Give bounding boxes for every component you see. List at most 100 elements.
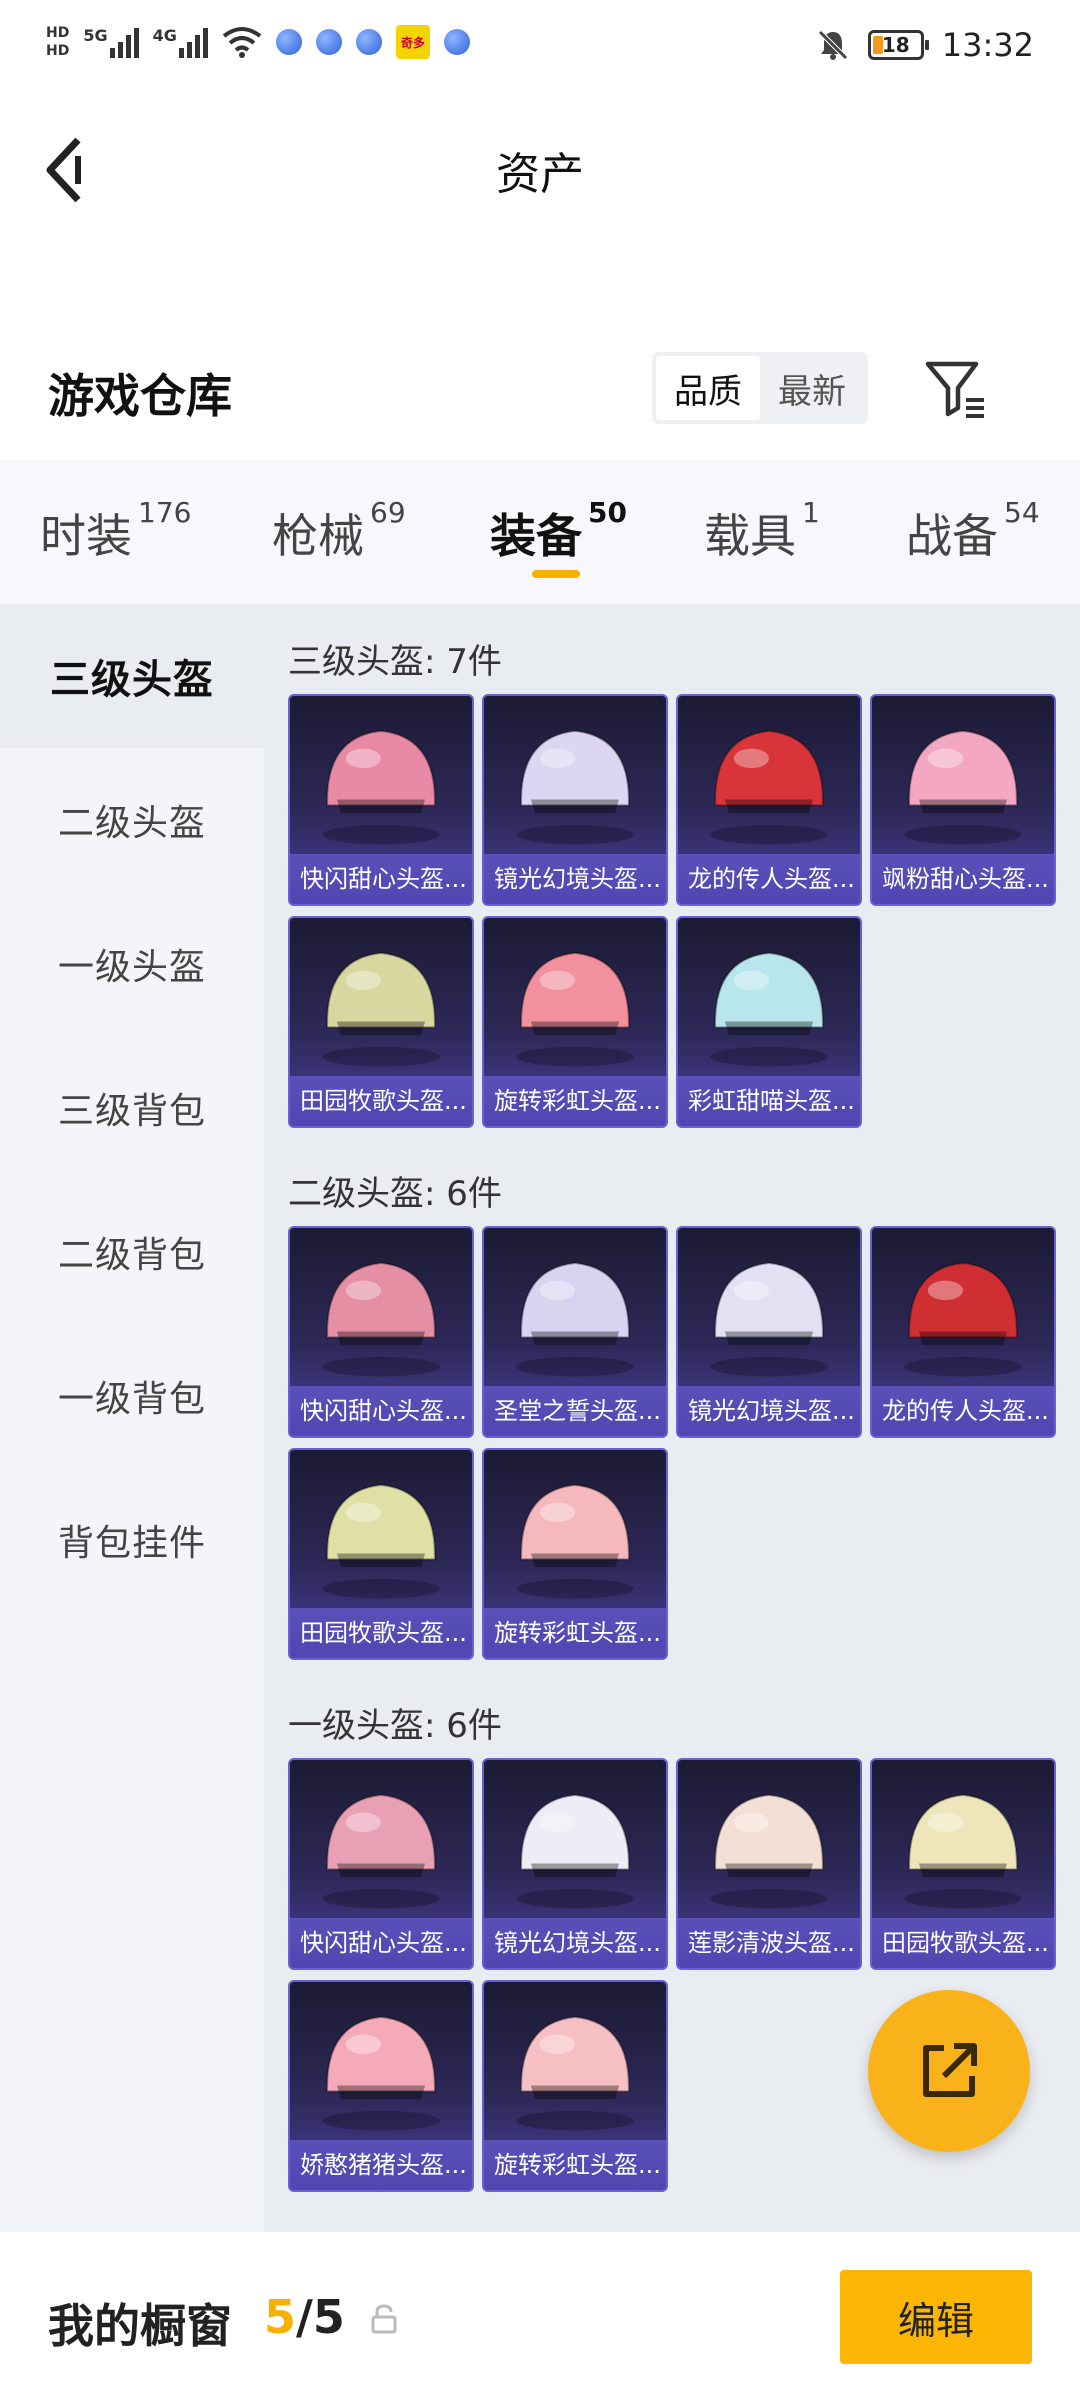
helmet-icon — [516, 1794, 634, 1909]
tab-count: 1 — [802, 496, 820, 529]
sidebar-item-level3-helmet[interactable]: 三级头盔 — [0, 604, 264, 748]
showcase-count: 5/5 — [264, 2290, 345, 2344]
helmet-icon — [322, 1794, 440, 1909]
showcase-bar: 我的橱窗 5/5 编辑 — [0, 2232, 1080, 2400]
app-notification-icon — [275, 29, 302, 55]
helmet-icon — [904, 730, 1022, 845]
item-card[interactable]: 旋转彩虹头盔... — [482, 1448, 668, 1660]
filter-icon[interactable] — [922, 356, 988, 422]
sidebar-item-level1-backpack[interactable]: 一级背包 — [0, 1324, 264, 1468]
item-card[interactable]: 镜光幻境头盔... — [482, 694, 668, 906]
item-card[interactable]: 莲影清波头盔... — [676, 1758, 862, 1970]
helmet-icon — [516, 952, 634, 1067]
sidebar-item-level2-backpack[interactable]: 二级背包 — [0, 1180, 264, 1324]
helmet-icon — [710, 1794, 828, 1909]
helmet-icon — [516, 1262, 634, 1377]
item-name: 田园牧歌头盔... — [290, 1608, 472, 1658]
item-card[interactable]: 龙的传人头盔... — [870, 1226, 1056, 1438]
item-card[interactable]: 飒粉甜心头盔... — [870, 694, 1056, 906]
showcase-count-current: 5 — [264, 2290, 297, 2344]
item-card[interactable]: 快闪甜心头盔... — [288, 1226, 474, 1438]
item-card[interactable]: 圣堂之誓头盔... — [482, 1226, 668, 1438]
item-name: 娇憨猪猪头盔... — [290, 2140, 472, 2190]
item-card[interactable]: 彩虹甜喵头盔... — [676, 916, 862, 1128]
sidebar-item-level1-helmet[interactable]: 一级头盔 — [0, 892, 264, 1036]
item-name: 莲影清波头盔... — [678, 1918, 860, 1968]
item-name: 飒粉甜心头盔... — [872, 854, 1054, 904]
item-card[interactable]: 田园牧歌头盔... — [288, 916, 474, 1128]
item-name: 田园牧歌头盔... — [290, 1076, 472, 1126]
signal-bars-icon — [178, 26, 208, 58]
item-card[interactable]: 镜光幻境头盔... — [482, 1758, 668, 1970]
item-name: 快闪甜心头盔... — [290, 1386, 472, 1436]
helmet-icon — [904, 1794, 1022, 1909]
helmet-icon — [904, 1262, 1022, 1377]
share-button[interactable] — [868, 1990, 1030, 2152]
helmet-icon — [516, 730, 634, 845]
helmet-icon — [710, 1262, 828, 1377]
item-grid-area: 三级头盔: 7件 二级头盔: 6件 一级头盔: 6件 快闪甜心头盔... 镜光幻境… — [264, 604, 1080, 2232]
edit-button[interactable]: 编辑 — [840, 2270, 1032, 2364]
signal-bars-icon — [109, 26, 139, 58]
sort-newest-button[interactable]: 最新 — [760, 356, 864, 420]
battery-icon: 18 — [867, 30, 929, 60]
battery-level: 18 — [881, 33, 910, 57]
item-card[interactable]: 快闪甜心头盔... — [288, 1758, 474, 1970]
item-name: 镜光幻境头盔... — [678, 1386, 860, 1436]
item-card[interactable]: 田园牧歌头盔... — [870, 1758, 1056, 1970]
tab-firearms[interactable]: 枪械 69 — [272, 496, 406, 566]
tab-supplies[interactable]: 战备 54 — [906, 496, 1040, 566]
tab-count: 176 — [138, 496, 192, 529]
tab-fashion[interactable]: 时装 176 — [40, 496, 191, 566]
tab-count: 50 — [588, 496, 627, 529]
tab-vehicles[interactable]: 载具 1 — [704, 496, 820, 566]
helmet-icon — [516, 1484, 634, 1599]
item-card[interactable]: 龙的传人头盔... — [676, 694, 862, 906]
lock-icon — [371, 2304, 397, 2334]
sort-quality-button[interactable]: 品质 — [656, 356, 760, 420]
helmet-icon — [516, 2016, 634, 2131]
app-notification-icon — [443, 29, 470, 55]
item-card[interactable]: 镜光幻境头盔... — [676, 1226, 862, 1438]
app-notification-icon: 奇多 — [395, 25, 430, 59]
section-title-level3: 三级头盔: 7件 — [288, 642, 502, 682]
tab-equipment[interactable]: 装备 50 — [490, 496, 627, 566]
helmet-icon — [322, 730, 440, 845]
tab-count: 54 — [1004, 496, 1040, 529]
tab-label: 枪械 — [272, 509, 364, 563]
tab-label: 战备 — [906, 509, 998, 563]
signal-5g: 5G — [83, 26, 139, 58]
item-name: 田园牧歌头盔... — [872, 1918, 1054, 1968]
item-card[interactable]: 旋转彩虹头盔... — [482, 916, 668, 1128]
status-left: HD HD 5G 4G 奇多 — [46, 24, 470, 60]
item-card[interactable]: 娇憨猪猪头盔... — [288, 1980, 474, 2192]
item-card[interactable]: 田园牧歌头盔... — [288, 1448, 474, 1660]
helmet-icon — [710, 952, 828, 1067]
network-5g-label: 5G — [83, 26, 108, 45]
app-notification-icon — [355, 29, 382, 55]
tab-label: 时装 — [40, 509, 132, 563]
sidebar-item-level3-backpack[interactable]: 三级背包 — [0, 1036, 264, 1180]
sidebar-item-backpack-charm[interactable]: 背包挂件 — [0, 1468, 264, 1612]
page-title: 资产 — [496, 149, 584, 200]
helmet-icon — [710, 730, 828, 845]
hd-label-2: HD — [46, 43, 70, 59]
helmet-icon — [322, 952, 440, 1067]
signal-4g: 4G — [153, 26, 208, 58]
hd-label-1: HD — [46, 25, 70, 41]
subcategory-sidebar: 三级头盔 二级头盔 一级头盔 三级背包 二级背包 一级背包 背包挂件 — [0, 604, 264, 2232]
item-card[interactable]: 快闪甜心头盔... — [288, 694, 474, 906]
mute-bell-icon — [818, 30, 848, 60]
section-title-level1: 一级头盔: 6件 — [288, 1706, 502, 1746]
item-card[interactable]: 旋转彩虹头盔... — [482, 1980, 668, 2192]
item-name: 旋转彩虹头盔... — [484, 1608, 666, 1658]
item-name: 圣堂之誓头盔... — [484, 1386, 666, 1436]
status-right: 18 13:32 — [816, 26, 1034, 64]
sidebar-item-level2-helmet[interactable]: 二级头盔 — [0, 748, 264, 892]
clock: 13:32 — [941, 26, 1034, 64]
showcase-label: 我的橱窗 — [48, 2299, 232, 2353]
app-badge-label: 奇多 — [400, 35, 425, 50]
hd-indicator: HD HD — [46, 24, 69, 60]
helmet-icon — [322, 2016, 440, 2131]
item-name: 快闪甜心头盔... — [290, 854, 472, 904]
